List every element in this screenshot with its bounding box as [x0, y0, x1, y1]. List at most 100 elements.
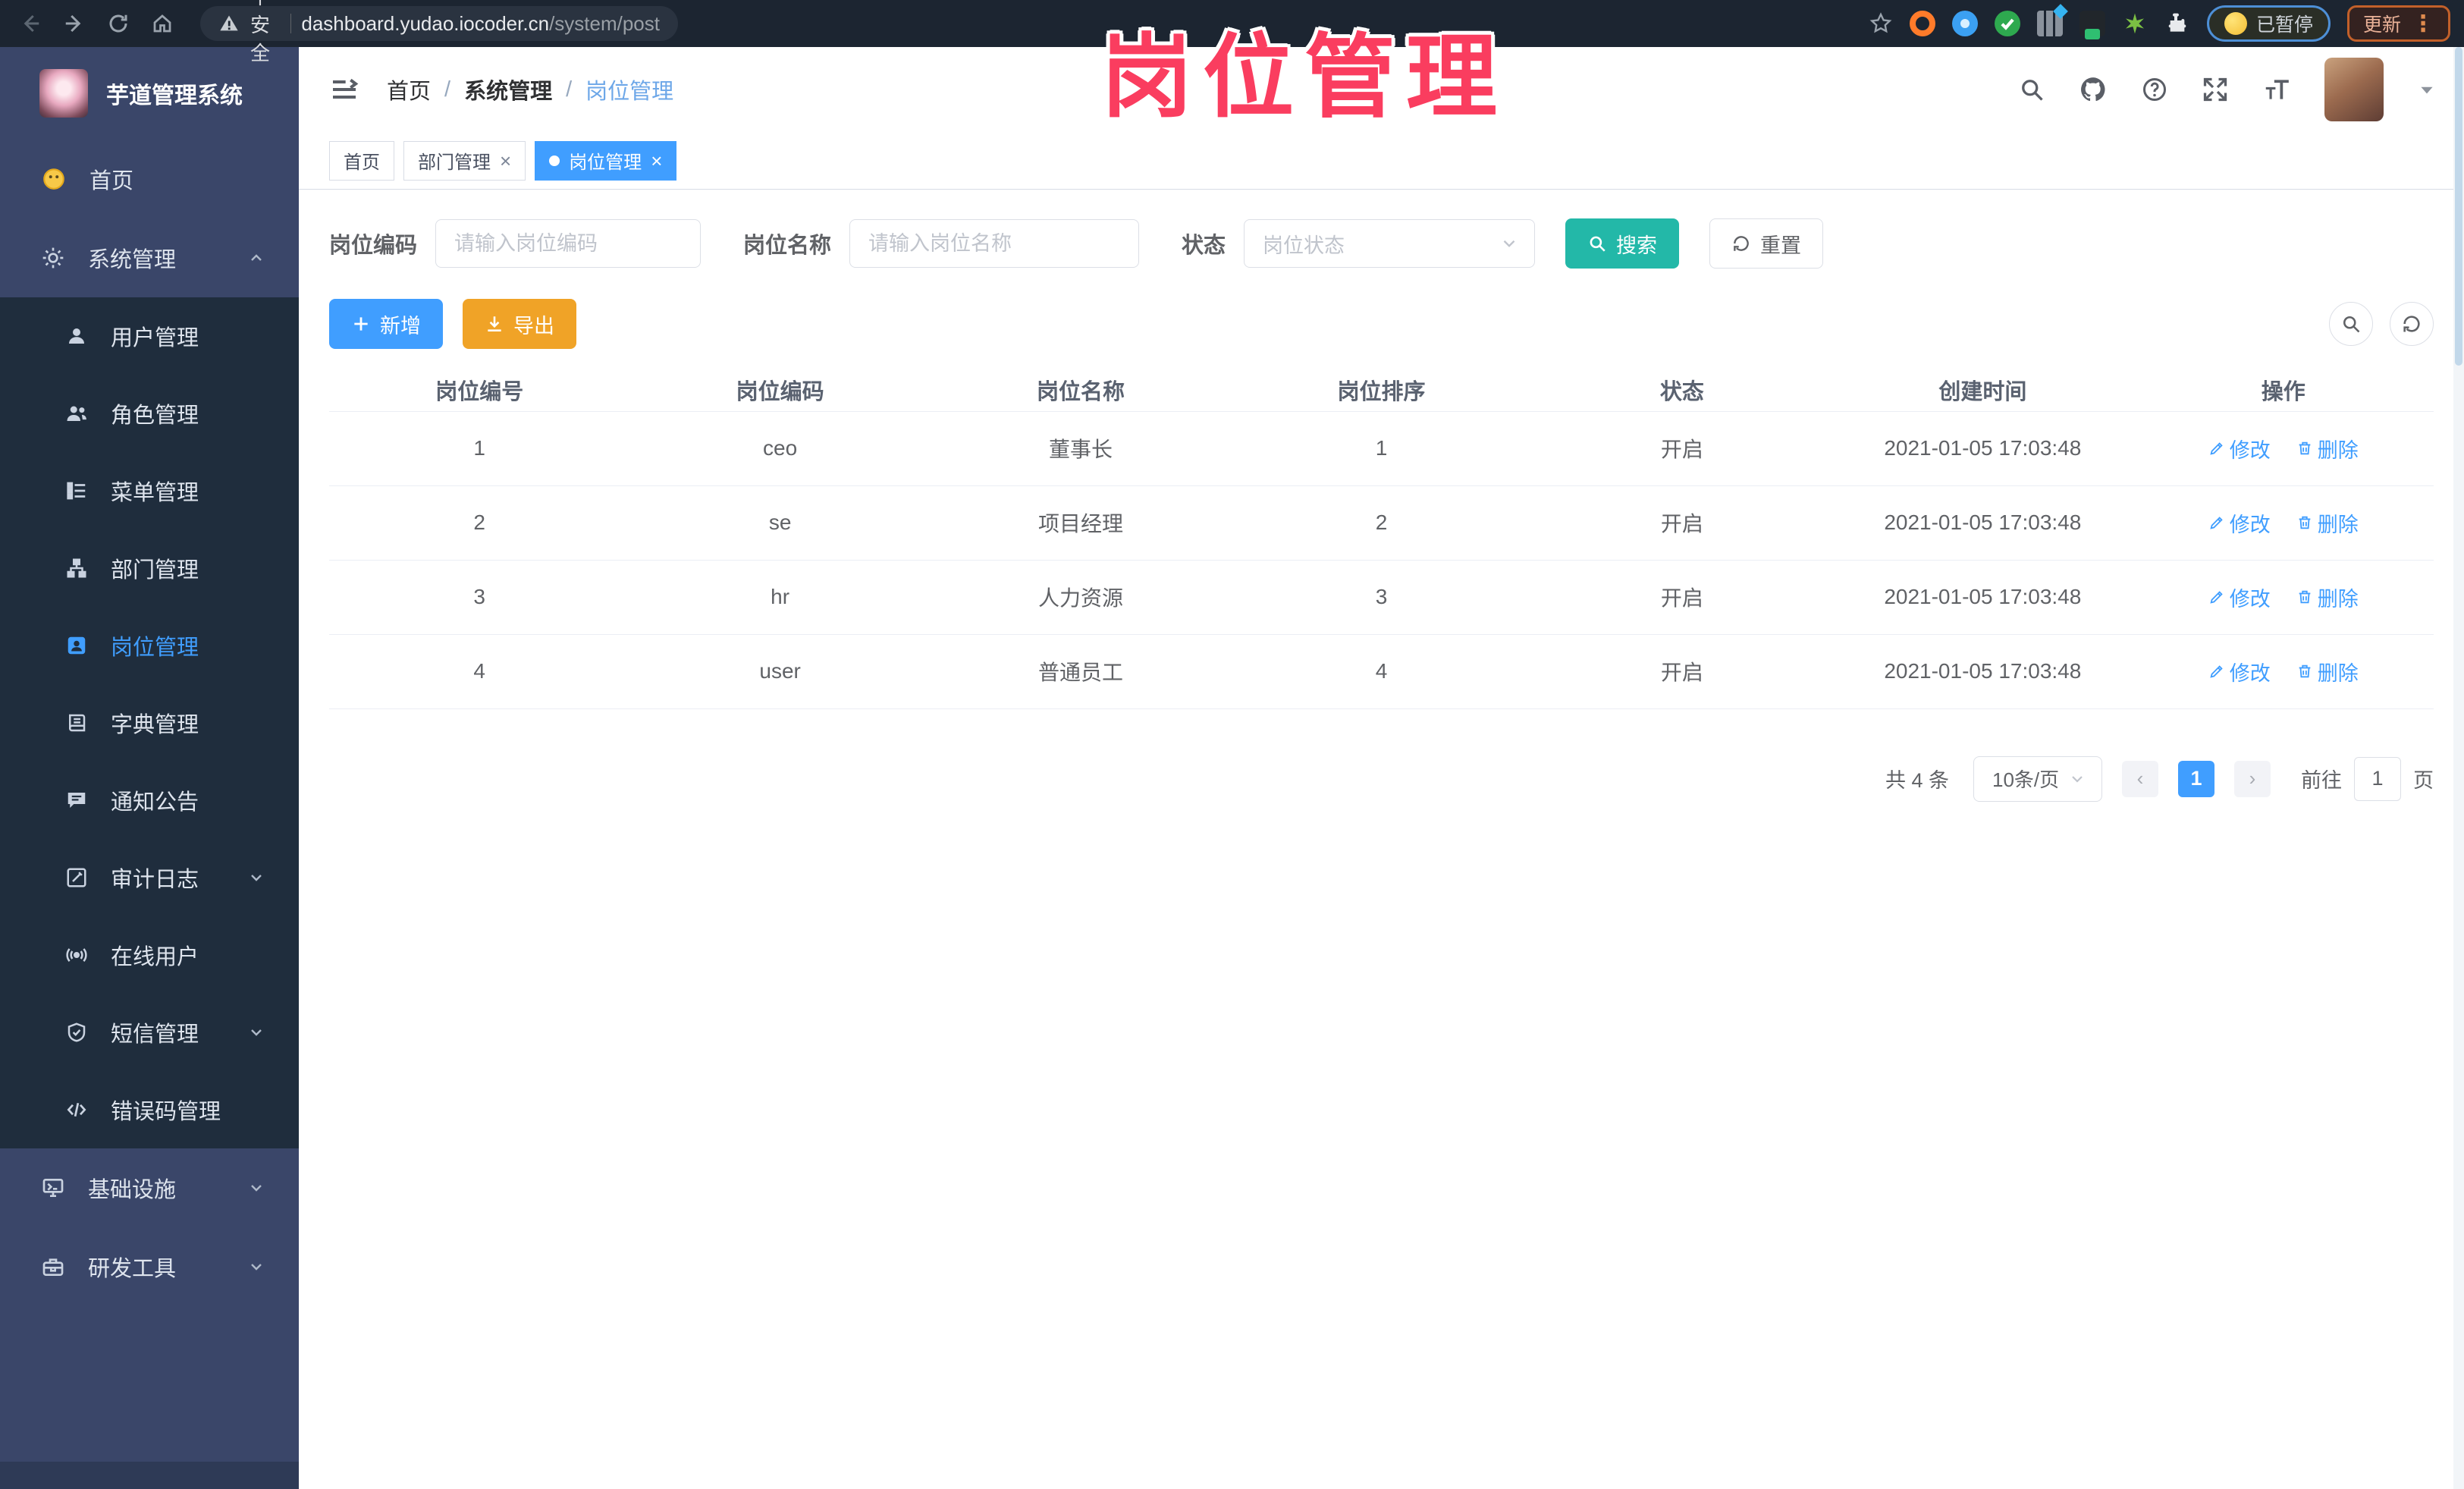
browser-home-icon[interactable] [146, 7, 179, 40]
extension-pin-icon[interactable] [1951, 11, 1978, 36]
sidebar-item-departments[interactable]: 部门管理 [0, 529, 299, 607]
sidebar-item-roles[interactable]: 角色管理 [0, 375, 299, 452]
reset-button[interactable]: 重置 [1709, 218, 1824, 269]
browser-forward-icon[interactable] [58, 7, 91, 40]
user-avatar[interactable] [2324, 58, 2384, 121]
add-button[interactable]: 新增 [329, 299, 443, 349]
sidebar-item-system[interactable]: 系统管理 [0, 218, 299, 297]
cell-status: 开启 [1531, 560, 1833, 635]
font-size-icon[interactable] [2262, 75, 2291, 104]
address-bar[interactable]: 不安全 dashboard.yudao.iocoder.cn/system/po… [200, 0, 678, 64]
edit-link[interactable]: 修改 [2208, 657, 2271, 686]
sidebar-item-online-users[interactable]: 在线用户 [0, 916, 299, 994]
sidebar-item-users[interactable]: 用户管理 [0, 297, 299, 375]
github-icon[interactable] [2079, 75, 2108, 104]
next-page-button[interactable]: › [2234, 760, 2271, 797]
tab-home[interactable]: 首页 [329, 140, 394, 181]
browser-reload-icon[interactable] [102, 7, 135, 40]
delete-link[interactable]: 删除 [2296, 583, 2359, 612]
sidebar-item-error-codes[interactable]: 错误码管理 [0, 1071, 299, 1148]
col-post-id: 岗位编号 [329, 369, 630, 412]
profile-paused-badge[interactable]: 已暂停 [2206, 5, 2331, 42]
page-content: 岗位编码 岗位名称 状态 岗位状态 搜索 [299, 190, 2464, 1489]
sidebar-item-sms[interactable]: 短信管理 [0, 994, 299, 1071]
sidebar-item-posts[interactable]: 岗位管理 [0, 607, 299, 684]
browser-back-icon[interactable] [14, 7, 47, 40]
system-submenu: 用户管理 角色管理 菜单管理 部门管理 岗位管理 字典管理 通知公告 审计日志 … [0, 297, 299, 1148]
caret-down-icon[interactable] [2417, 80, 2437, 99]
breadcrumb-separator: / [444, 77, 451, 102]
cell-sort: 1 [1231, 411, 1532, 486]
cell-id: 3 [329, 560, 630, 635]
export-button[interactable]: 导出 [463, 299, 576, 349]
breadcrumb-home[interactable]: 首页 [387, 74, 431, 105]
tab-departments[interactable]: 部门管理 × [403, 140, 526, 181]
cell-code: se [629, 485, 931, 561]
refresh-table-button[interactable] [2390, 302, 2434, 346]
table-row: 4 user 普通员工 4 开启 2021-01-05 17:03:48 修改删… [329, 634, 2434, 709]
cell-created: 2021-01-05 17:03:48 [1832, 634, 2133, 709]
delete-link[interactable]: 删除 [2296, 434, 2359, 463]
extension-orange-icon[interactable] [1909, 11, 1935, 36]
cell-sort: 2 [1231, 485, 1532, 561]
chrome-update-button[interactable]: 更新 ⋮ [2346, 5, 2450, 42]
edit-link[interactable]: 修改 [2208, 434, 2271, 463]
cell-actions: 修改 删除 [2133, 634, 2434, 709]
peoples-icon [65, 402, 88, 425]
status-select[interactable]: 岗位状态 [1244, 219, 1536, 268]
edit-icon [2208, 663, 2225, 680]
edit-link[interactable]: 修改 [2208, 583, 2271, 612]
total-count: 共 4 条 [1885, 769, 1949, 792]
omnibox-divider [290, 14, 291, 33]
sidebar-item-dictionary[interactable]: 字典管理 [0, 684, 299, 762]
page-size-select[interactable]: 10条/页 [1973, 755, 2102, 802]
browser-menu-icon[interactable]: ⋮ [2412, 11, 2434, 37]
search-icon[interactable] [2018, 76, 2045, 103]
prev-page-button[interactable]: ‹ [2122, 760, 2158, 797]
close-icon[interactable]: × [500, 151, 511, 171]
cell-name: 普通员工 [930, 634, 1232, 709]
extension-puzzle-icon[interactable] [2164, 11, 2190, 36]
page-scrollbar[interactable] [2453, 47, 2464, 1489]
delete-link[interactable]: 删除 [2296, 508, 2359, 538]
extension-check-icon[interactable] [1994, 11, 2020, 36]
cell-sort: 4 [1231, 634, 1532, 709]
sidebar-item-menus[interactable]: 菜单管理 [0, 452, 299, 529]
goto-page-input[interactable] [2354, 756, 2401, 801]
sidebar-item-label: 基础设施 [88, 1178, 177, 1202]
org-tree-icon [65, 557, 88, 580]
sidebar-item-label: 系统管理 [88, 248, 177, 272]
paused-label: 已暂停 [2255, 14, 2313, 36]
sidebar-collapse-bar[interactable] [0, 1462, 299, 1489]
sidebar-item-home[interactable]: 首页 [0, 140, 299, 218]
edit-link[interactable]: 修改 [2208, 508, 2271, 538]
extension-columns-icon[interactable] [2036, 11, 2063, 36]
fullscreen-icon[interactable] [2202, 76, 2229, 103]
tab-posts[interactable]: 岗位管理 × [535, 140, 677, 181]
extension-leaf-icon[interactable] [2122, 11, 2148, 36]
close-icon[interactable]: × [651, 151, 662, 171]
breadcrumb-current: 岗位管理 [585, 80, 674, 104]
search-form: 岗位编码 岗位名称 状态 岗位状态 搜索 [329, 218, 2434, 269]
breadcrumb-system[interactable]: 系统管理 [464, 74, 552, 105]
help-icon[interactable] [2141, 76, 2168, 103]
sidebar-item-infrastructure[interactable]: 基础设施 [0, 1148, 299, 1227]
cell-name: 项目经理 [930, 485, 1232, 561]
toggle-search-button[interactable] [2329, 302, 2373, 346]
page-1-button[interactable]: 1 [2178, 760, 2214, 797]
cell-status: 开启 [1531, 634, 1833, 709]
tab-label: 部门管理 [418, 152, 491, 173]
post-code-input[interactable] [435, 219, 702, 268]
extension-gin-icon[interactable] [2079, 11, 2105, 39]
collapse-menu-icon[interactable] [329, 74, 359, 105]
bookmark-star-icon[interactable] [1869, 11, 1893, 36]
log-icon [65, 866, 88, 889]
sidebar-item-dev-tools[interactable]: 研发工具 [0, 1227, 299, 1306]
sidebar-item-notices[interactable]: 通知公告 [0, 762, 299, 839]
chevron-up-icon [247, 249, 265, 267]
search-button[interactable]: 搜索 [1565, 218, 1680, 269]
sidebar-item-audit-log[interactable]: 审计日志 [0, 839, 299, 916]
delete-link[interactable]: 删除 [2296, 657, 2359, 686]
post-name-input[interactable] [849, 219, 1140, 268]
scrollbar-thumb[interactable] [2455, 47, 2462, 366]
